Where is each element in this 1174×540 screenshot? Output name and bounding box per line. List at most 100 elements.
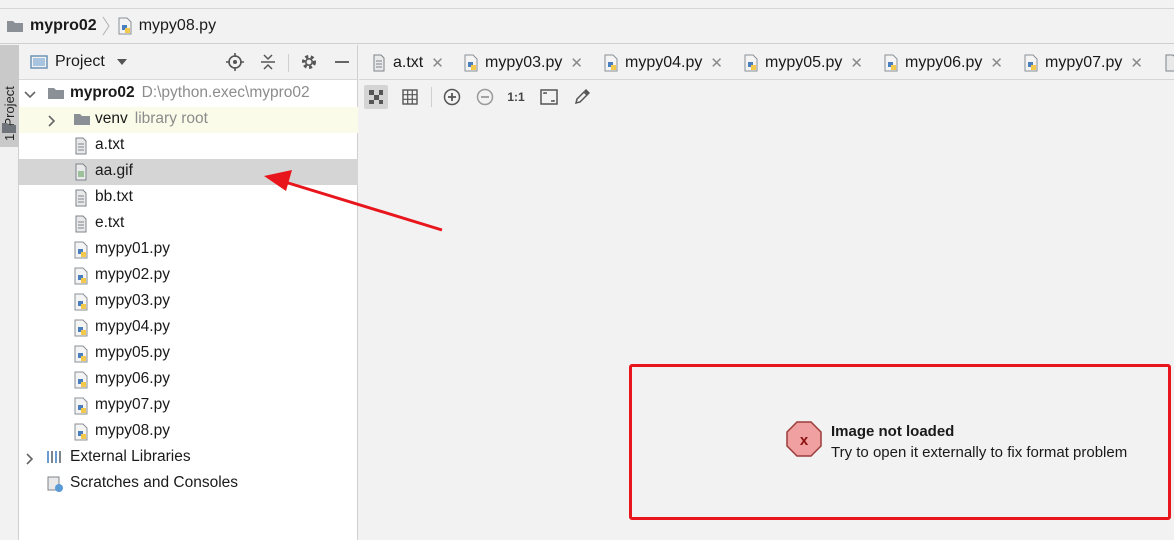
- tree-item[interactable]: External Libraries: [19, 445, 358, 471]
- tree-item[interactable]: e.txt: [19, 211, 358, 237]
- tree-item-label: a.txt: [95, 136, 125, 153]
- tree-item-label: mypro02 D:\python.exec\mypro02: [70, 84, 310, 101]
- fit-window-icon[interactable]: [537, 85, 561, 109]
- editor-tab-label: mypy07.py: [1045, 53, 1123, 71]
- python-file-icon: [73, 345, 91, 363]
- dropdown-arrow-icon: [117, 53, 128, 71]
- tree-item[interactable]: bb.txt: [19, 185, 358, 211]
- editor-tab[interactable]: mypy05.py ✕: [743, 45, 863, 79]
- project-panel-header: Project: [19, 45, 357, 80]
- chevron-right-icon: [101, 15, 111, 37]
- chessboard-icon[interactable]: [364, 85, 388, 109]
- tree-item-label: mypy05.py: [95, 344, 170, 361]
- tree-item-label: aa.gif: [95, 162, 133, 179]
- python-file-icon: [73, 241, 91, 259]
- tree-item[interactable]: mypy08.py: [19, 419, 358, 445]
- editor-tab[interactable]: a.txt ✕: [371, 45, 444, 79]
- close-icon[interactable]: ✕: [710, 54, 723, 72]
- tree-item[interactable]: mypy02.py: [19, 263, 358, 289]
- breadcrumb-project[interactable]: mypro02: [6, 9, 97, 43]
- tree-item[interactable]: mypro02 D:\python.exec\mypro02: [19, 81, 358, 107]
- project-view-icon: [30, 54, 48, 74]
- editor-tab[interactable]: mypy04.py ✕: [603, 45, 723, 79]
- tree-item[interactable]: mypy05.py: [19, 341, 358, 367]
- image-file-icon: [73, 163, 91, 181]
- tree-item-label: venv library root: [95, 110, 208, 127]
- breadcrumb-file[interactable]: mypy08.py: [117, 9, 216, 43]
- tree-item-label: bb.txt: [95, 188, 133, 205]
- chevron-right-icon[interactable]: [24, 452, 36, 465]
- folder-icon: [1, 121, 17, 139]
- editor-tab-overflow[interactable]: [1163, 45, 1174, 79]
- editor-tab-label: mypy03.py: [485, 53, 563, 71]
- toolbar-divider: [431, 87, 432, 107]
- chevron-right-icon[interactable]: [46, 114, 58, 127]
- error-title: Image not loaded: [831, 423, 955, 440]
- close-icon[interactable]: ✕: [850, 54, 863, 72]
- color-picker-icon[interactable]: [570, 85, 594, 109]
- text-file-icon: [1163, 54, 1174, 72]
- zoom-out-icon[interactable]: [473, 85, 497, 109]
- tree-item[interactable]: mypy04.py: [19, 315, 358, 341]
- close-icon[interactable]: ✕: [1130, 54, 1143, 72]
- folder-icon: [47, 85, 65, 103]
- python-file-icon: [73, 293, 91, 311]
- error-icon: x: [786, 421, 822, 457]
- editor-tab[interactable]: mypy07.py ✕: [1023, 45, 1143, 79]
- breadcrumb-project-label: mypro02: [30, 17, 97, 34]
- tree-item-label: mypy03.py: [95, 292, 170, 309]
- scratches-icon: [46, 475, 64, 493]
- gear-icon[interactable]: [299, 52, 319, 72]
- tree-item-label: mypy06.py: [95, 370, 170, 387]
- python-file-icon: [117, 17, 133, 35]
- navigation-bar: mypro02 mypy08.py: [0, 9, 1174, 44]
- hide-panel-icon[interactable]: [332, 52, 352, 72]
- grid-icon[interactable]: [398, 85, 422, 109]
- editor-tab[interactable]: mypy06.py ✕: [883, 45, 1003, 79]
- tree-item[interactable]: mypy07.py: [19, 393, 358, 419]
- editor-tab[interactable]: mypy03.py ✕: [463, 45, 583, 79]
- python-file-icon: [73, 371, 91, 389]
- close-icon[interactable]: ✕: [990, 54, 1003, 72]
- tree-item[interactable]: a.txt: [19, 133, 358, 159]
- python-file-icon: [73, 267, 91, 285]
- python-file-icon: [463, 54, 479, 72]
- tree-item[interactable]: mypy03.py: [19, 289, 358, 315]
- python-file-icon: [603, 54, 619, 72]
- project-view-label: Project: [55, 53, 105, 71]
- python-file-icon: [73, 423, 91, 441]
- tree-item-label: mypy02.py: [95, 266, 170, 283]
- python-file-icon: [883, 54, 899, 72]
- header-divider: [288, 54, 289, 72]
- close-icon[interactable]: ✕: [570, 54, 583, 72]
- zoom-in-icon[interactable]: [440, 85, 464, 109]
- tree-item[interactable]: venv library root: [19, 107, 358, 133]
- actual-size-button[interactable]: 1:1: [504, 85, 528, 109]
- ide-window: mypro02 mypy08.py 1: Project Project myp…: [0, 0, 1174, 540]
- tree-item[interactable]: Scratches and Consoles: [19, 471, 358, 497]
- collapse-all-icon[interactable]: [258, 52, 278, 72]
- python-file-icon: [743, 54, 759, 72]
- tree-item[interactable]: aa.gif: [19, 159, 358, 185]
- tool-window-strip: 1: Project: [0, 45, 19, 540]
- text-file-icon: [73, 215, 91, 233]
- project-panel: Project mypro02 D:\python.exec\mypro02 ven…: [19, 45, 358, 540]
- tree-item[interactable]: mypy06.py: [19, 367, 358, 393]
- image-editor-toolbar: 1:1: [359, 81, 1174, 111]
- locate-icon[interactable]: [225, 52, 245, 72]
- editor-tab-label: a.txt: [393, 53, 424, 71]
- tree-item-label: Scratches and Consoles: [70, 474, 239, 491]
- tree-item-label: mypy01.py: [95, 240, 170, 257]
- tree-item[interactable]: mypy01.py: [19, 237, 358, 263]
- text-file-icon: [73, 137, 91, 155]
- tree-item-label: mypy08.py: [95, 422, 170, 439]
- tree-item-label: e.txt: [95, 214, 125, 231]
- chevron-down-icon[interactable]: [24, 88, 36, 100]
- python-file-icon: [73, 397, 91, 415]
- project-view-selector[interactable]: Project: [55, 53, 128, 71]
- editor-tab-bar: a.txt ✕ mypy03.py ✕ mypy04.py ✕ mypy05.py ✕ mypy…: [359, 45, 1174, 80]
- python-file-icon: [73, 319, 91, 337]
- tree-item-label: mypy04.py: [95, 318, 170, 335]
- svg-text:x: x: [800, 432, 809, 449]
- close-icon[interactable]: ✕: [431, 54, 444, 72]
